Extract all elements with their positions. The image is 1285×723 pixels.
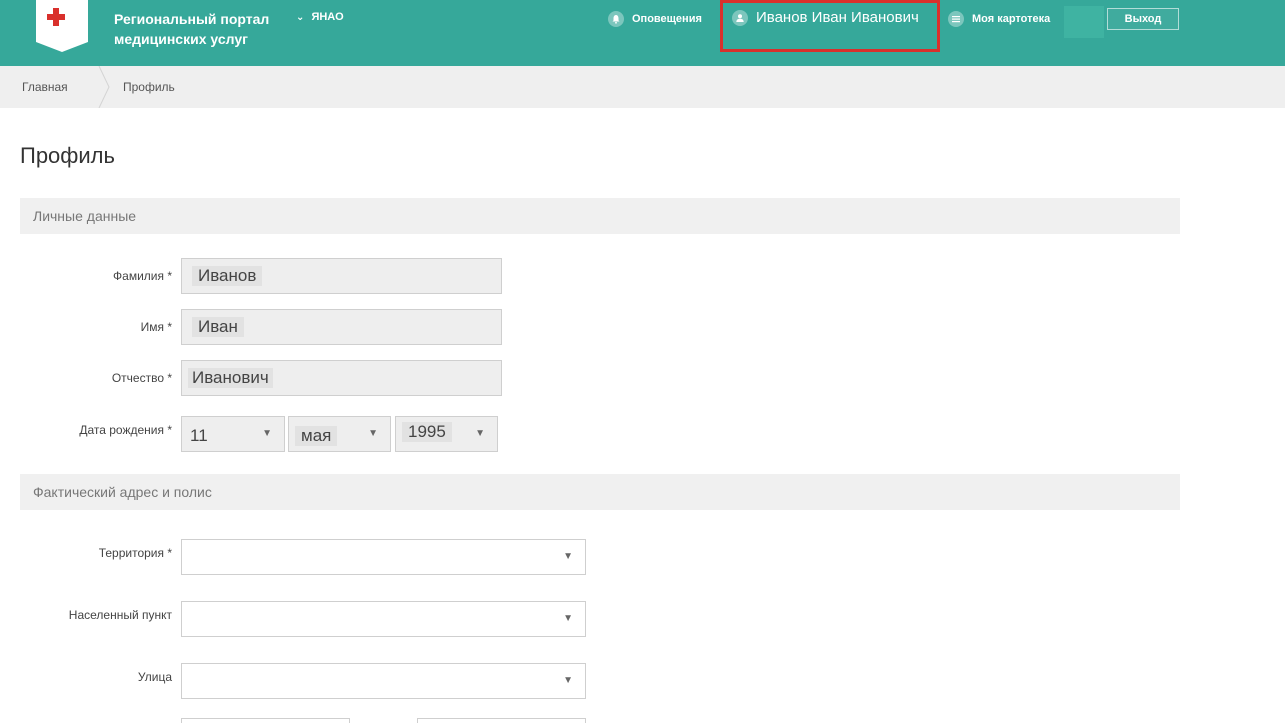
dropdown-arrow-icon: ▼ [563,675,573,686]
top-header: Региональный портал медицинских услуг ⌄ … [0,0,1285,66]
dropdown-arrow-icon: ▼ [475,428,485,439]
chevron-down-icon: ⌄ [296,12,305,23]
dropdown-arrow-icon: ▼ [563,551,573,562]
portal-logo[interactable] [30,0,94,52]
notifications-link[interactable]: Оповещения [608,11,702,27]
birth-year-select[interactable]: 1995 ▼ [395,416,498,452]
notifications-label: Оповещения [632,13,702,25]
bell-icon [608,11,624,27]
birth-month-select[interactable]: мая ▼ [288,416,391,452]
dropdown-arrow-icon: ▼ [368,428,378,439]
name-label: Имя * [140,320,172,334]
birthdate-label: Дата рождения * [79,423,172,437]
surname-value: Иванов [192,266,263,286]
exit-button[interactable]: Выход [1107,8,1179,30]
dropdown-arrow-icon: ▼ [262,428,272,439]
region-selector[interactable]: ⌄ ЯНАО [296,11,344,23]
birth-day-select[interactable]: 11 ▼ [181,416,285,452]
territory-select[interactable]: ▼ [181,539,586,575]
section-title: Фактический адрес и полис [33,484,212,500]
list-icon [948,11,964,27]
region-label: ЯНАО [311,11,344,23]
locality-label: Населенный пункт [68,608,172,622]
breadcrumb-home[interactable]: Главная [22,80,68,94]
address-section-header: Фактический адрес и полис [20,474,1180,510]
street-select[interactable]: ▼ [181,663,586,699]
name-value: Иван [192,317,244,337]
surname-field[interactable]: Иванов [181,258,502,294]
birth-month-value: мая [295,426,338,446]
house-field[interactable] [181,718,350,723]
locality-select[interactable]: ▼ [181,601,586,637]
user-icon [732,9,748,26]
portal-title-line2: медицинских услуг [114,31,248,47]
patronymic-value: Иванович [188,368,273,388]
birth-day-value: 11 [190,426,208,445]
page-title: Профиль [20,143,115,168]
surname-label: Фамилия * [113,269,172,283]
apartment-field[interactable] [417,718,586,723]
breadcrumb-current: Профиль [123,80,175,94]
user-profile-link[interactable]: Иванов Иван Иванович [732,9,919,26]
dropdown-arrow-icon: ▼ [563,613,573,624]
breadcrumb: Главная Профиль [0,66,1285,108]
personal-data-section-header: Личные данные [20,198,1180,234]
avatar [1064,6,1104,38]
section-title: Личные данные [33,208,137,224]
territory-label: Территория * [98,546,172,560]
user-highlight-frame [720,0,940,52]
patronymic-field[interactable]: Иванович [181,360,502,396]
user-name-label: Иванов Иван Иванович [756,9,919,26]
portal-title-line1: Региональный портал [114,11,270,27]
patronymic-label: Отчество * [111,371,172,385]
portal-title[interactable]: Региональный портал медицинских услуг [114,9,294,49]
street-label: Улица [137,670,172,684]
my-cards-label: Моя картотека [972,13,1051,25]
breadcrumb-separator-icon [98,66,110,108]
my-cards-link[interactable]: Моя картотека [948,11,1050,27]
birth-year-value: 1995 [402,422,452,442]
name-field[interactable]: Иван [181,309,502,345]
